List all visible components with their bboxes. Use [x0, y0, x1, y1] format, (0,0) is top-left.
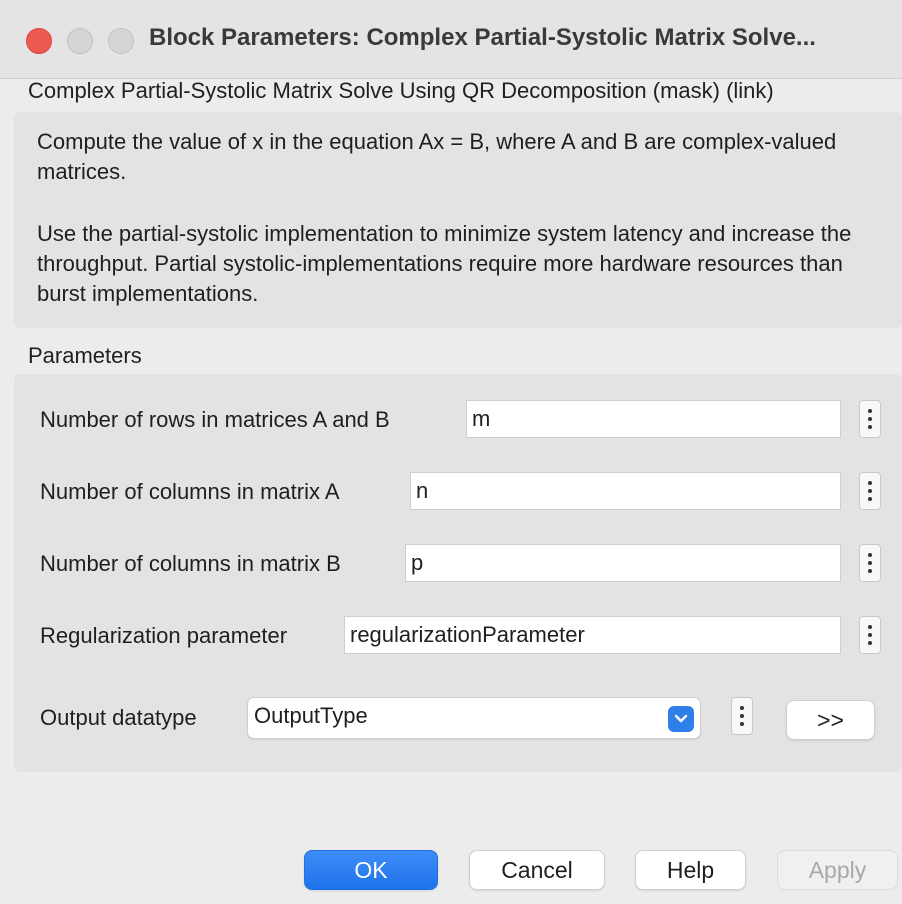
help-button[interactable]: Help — [635, 850, 746, 890]
output-datatype-select[interactable]: OutputType — [247, 697, 701, 739]
kebab-menu-icon[interactable] — [859, 544, 881, 582]
title-bar: Block Parameters: Complex Partial-Systol… — [0, 0, 902, 79]
regularization-input[interactable]: regularizationParameter — [344, 616, 841, 654]
chevron-down-icon[interactable] — [668, 706, 694, 732]
kebab-menu-icon[interactable] — [731, 697, 753, 735]
columns-a-label: Number of columns in matrix A — [40, 479, 340, 504]
apply-button[interactable]: Apply — [777, 850, 898, 890]
rows-input[interactable]: m — [466, 400, 841, 438]
columns-b-label: Number of columns in matrix B — [40, 551, 341, 576]
columns-a-input[interactable]: n — [410, 472, 841, 510]
columns-b-input[interactable]: p — [405, 544, 841, 582]
kebab-menu-icon[interactable] — [859, 616, 881, 654]
description-paragraph-1: Compute the value of x in the equation A… — [37, 129, 837, 184]
kebab-menu-icon[interactable] — [859, 472, 881, 510]
window-title: Block Parameters: Complex Partial-Systol… — [149, 24, 816, 51]
description-panel: Compute the value of x in the equation A… — [14, 112, 902, 328]
rows-label: Number of rows in matrices A and B — [40, 407, 390, 432]
output-datatype-value: OutputType — [254, 703, 368, 728]
output-datatype-label: Output datatype — [40, 705, 197, 730]
maximize-window-icon[interactable] — [108, 28, 134, 54]
block-subtitle: Complex Partial-Systolic Matrix Solve Us… — [28, 78, 774, 103]
kebab-menu-icon[interactable] — [859, 400, 881, 438]
ok-button[interactable]: OK — [304, 850, 438, 890]
close-window-icon[interactable] — [26, 28, 52, 54]
minimize-window-icon[interactable] — [67, 28, 93, 54]
description-paragraph-2: Use the partial-systolic implementation … — [37, 221, 852, 306]
parameters-section-label: Parameters — [28, 343, 142, 368]
regularization-label: Regularization parameter — [40, 623, 288, 648]
expand-button[interactable]: >> — [786, 700, 875, 740]
cancel-button[interactable]: Cancel — [469, 850, 605, 890]
